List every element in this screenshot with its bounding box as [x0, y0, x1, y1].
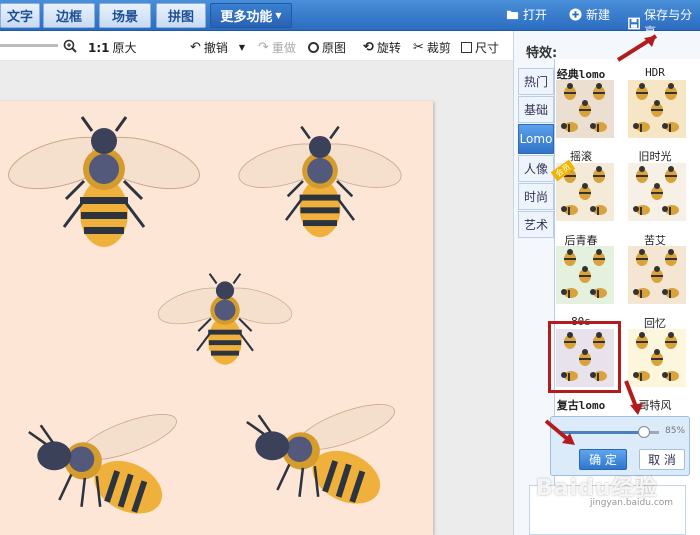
baidu-watermark-url: jingyan.baidu.com — [590, 498, 674, 508]
tab-more-label: 更多功能 — [220, 10, 273, 25]
chevron-down-icon: ▼ — [275, 11, 282, 20]
selected-effect-highlight — [548, 321, 621, 393]
effect-thumbnail-absinthe[interactable] — [628, 246, 686, 304]
effect-label-rock: 摇滚 — [570, 150, 592, 163]
tab-collage[interactable]: 拼图 — [156, 3, 206, 28]
bee-thumbnail-image — [628, 246, 686, 304]
effect-label-hdr: HDR — [645, 66, 665, 79]
original-circle-icon — [308, 42, 319, 53]
effect-thumbnail-rock[interactable]: 会员 — [550, 159, 614, 221]
actual-size-button[interactable]: 1:1 原大 — [88, 39, 137, 56]
category-tab-basic[interactable]: 基础 — [518, 96, 554, 123]
cancel-button[interactable]: 取 消 — [639, 449, 685, 470]
open-button[interactable]: 打开 — [506, 6, 547, 23]
photo-editor-window: 文字 边框 场景 拼图 更多功能 ▼ 打开 新建 保存与分享 1:1 原大 ↶ — [0, 0, 700, 535]
effect-thumbnail-classic-lomo[interactable] — [556, 80, 614, 138]
effect-thumbnail-old-times[interactable] — [628, 163, 686, 221]
rotate-icon: ⟲ — [363, 40, 374, 55]
top-menu-bar: 文字 边框 场景 拼图 更多功能 ▼ 打开 新建 保存与分享 — [0, 0, 700, 39]
crop-button[interactable]: ✂ 裁剪 — [413, 39, 451, 56]
annotation-arrow-icon — [624, 380, 643, 415]
plus-circle-icon — [569, 8, 582, 21]
photo-preview[interactable] — [0, 101, 433, 535]
annotation-arrow-icon — [616, 34, 658, 62]
original-label: 原图 — [322, 41, 347, 55]
bee-thumbnail-image — [628, 163, 686, 221]
bee-illustration — [235, 111, 405, 251]
tab-border[interactable]: 边框 — [43, 3, 95, 28]
bee-illustration — [155, 246, 295, 391]
rotate-button[interactable]: ⟲ 旋转 — [363, 39, 401, 56]
tab-scene[interactable]: 场景 — [99, 3, 151, 28]
crop-label: 裁剪 — [426, 41, 451, 55]
bee-illustration — [240, 391, 410, 521]
undo-label: 撤销 — [203, 41, 228, 55]
tab-more-features[interactable]: 更多功能 ▼ — [210, 3, 292, 28]
open-label: 打开 — [523, 8, 548, 22]
confirm-button[interactable]: 确 定 — [579, 449, 627, 470]
size-label: 尺寸 — [475, 41, 500, 55]
redo-icon: ↷ — [258, 40, 269, 55]
chevron-down-icon[interactable]: ▼ — [239, 43, 245, 52]
bee-thumbnail-image — [556, 80, 614, 138]
effect-label-vintage-lomo: 复古lomo — [556, 399, 606, 412]
bee-thumbnail-image — [628, 80, 686, 138]
panel-title: 特效: — [526, 46, 558, 61]
rotate-label: 旋转 — [376, 41, 401, 55]
floppy-disk-icon — [628, 17, 640, 29]
new-label: 新建 — [586, 8, 611, 22]
annotation-arrow-icon — [544, 419, 575, 445]
undo-icon: ↶ — [190, 40, 201, 55]
folder-icon — [506, 10, 519, 20]
effect-thumbnail-post-youth[interactable] — [556, 246, 614, 304]
bee-thumbnail-image — [556, 246, 614, 304]
undo-button[interactable]: ↶ 撤销 ▼ — [190, 39, 245, 56]
redo-label: 重做 — [271, 41, 296, 55]
edit-toolbar: 1:1 原大 ↶ 撤销 ▼ ↷ 重做 原图 ⟲ 旋转 ✂ 裁剪 尺寸 — [0, 31, 513, 61]
scissors-icon: ✂ — [413, 40, 424, 55]
zoom-magnifier-icon[interactable] — [63, 39, 77, 53]
original-image-button[interactable]: 原图 — [308, 39, 346, 56]
bee-illustration — [4, 111, 204, 251]
redo-button[interactable]: ↷ 重做 — [258, 39, 296, 56]
effect-thumbnail-hdr[interactable] — [628, 80, 686, 138]
resize-icon — [461, 42, 472, 53]
strength-slider-handle[interactable] — [638, 426, 650, 438]
original-size-label: 原大 — [112, 41, 137, 55]
tab-text[interactable]: 文字 — [0, 3, 40, 28]
effect-label-old-times: 旧时光 — [638, 150, 672, 163]
bee-illustration — [22, 406, 192, 526]
category-tab-fashion[interactable]: 时尚 — [518, 183, 554, 210]
strength-percent: 85% — [665, 426, 686, 436]
new-button[interactable]: 新建 — [569, 6, 610, 23]
ratio-label: 1:1 — [88, 40, 110, 55]
zoom-slider[interactable] — [0, 44, 58, 47]
resize-button[interactable]: 尺寸 — [461, 39, 499, 56]
